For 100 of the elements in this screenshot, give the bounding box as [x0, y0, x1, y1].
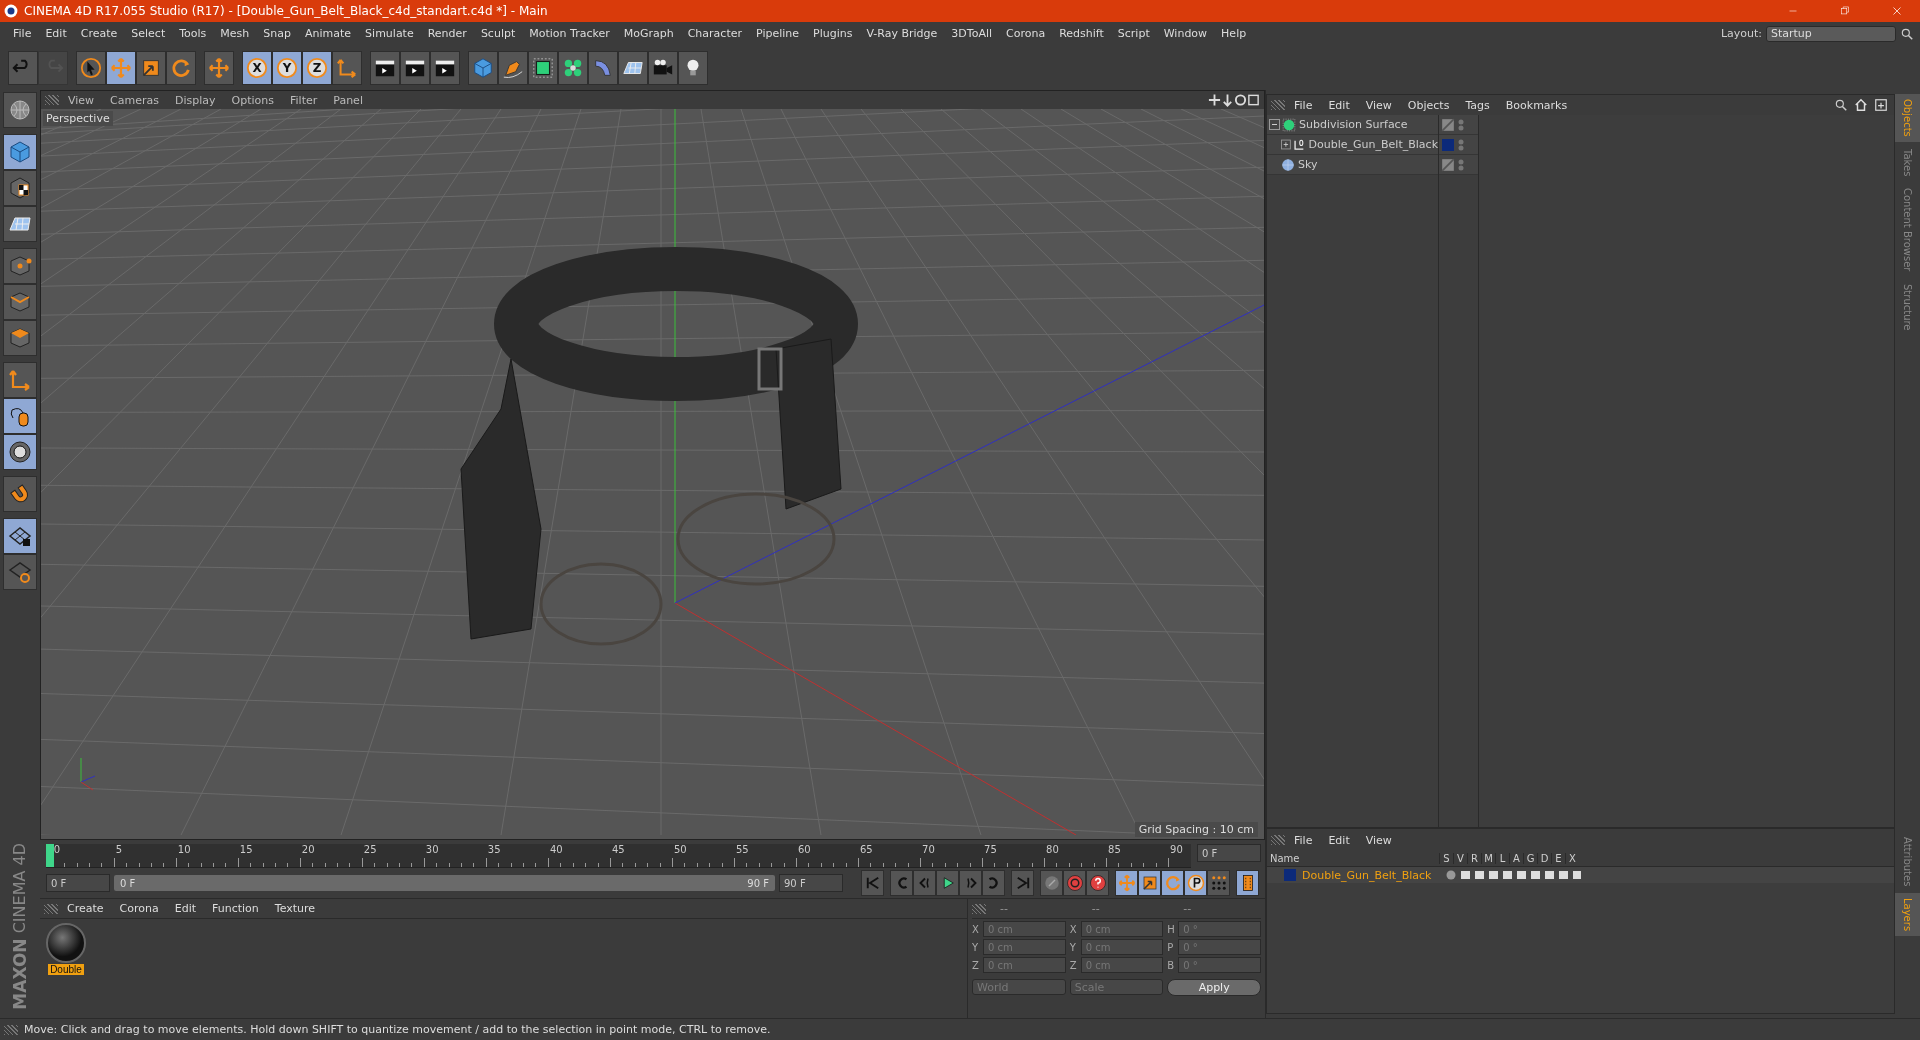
playback-button[interactable] [1184, 870, 1207, 896]
toolbar-button[interactable] [76, 50, 106, 85]
toolbar-button[interactable] [558, 50, 588, 85]
panel-grip-icon[interactable] [1271, 100, 1285, 110]
menu-item[interactable]: View [1358, 833, 1399, 847]
tool-button[interactable] [3, 134, 37, 170]
tool-button[interactable] [3, 362, 37, 398]
toolbar-button[interactable] [106, 50, 136, 85]
menu-item[interactable]: Edit [1321, 98, 1357, 112]
menu-item[interactable]: Tags [1458, 98, 1497, 112]
menu-item[interactable]: Select [124, 27, 173, 40]
restore-icon[interactable] [1838, 4, 1852, 18]
menu-item[interactable]: Edit [38, 27, 74, 40]
collapse-icon[interactable] [1269, 119, 1280, 130]
toolbar-button[interactable]: Z [302, 50, 332, 85]
start-frame-field[interactable]: 0 F [46, 874, 110, 892]
home-icon[interactable] [1854, 98, 1868, 112]
panel-grip-icon[interactable] [4, 1024, 18, 1035]
visibility-dots-icon[interactable] [1457, 157, 1465, 172]
tool-button[interactable] [3, 476, 37, 512]
menu-item[interactable]: View [61, 93, 102, 107]
frame-range-slider[interactable]: 0 F 90 F [114, 875, 775, 891]
menu-item[interactable]: Corona [999, 27, 1053, 40]
tool-button[interactable] [3, 434, 37, 470]
search-icon[interactable] [1900, 26, 1914, 41]
visibility-dots-icon[interactable] [1457, 117, 1465, 132]
menu-item[interactable]: Render [420, 27, 474, 40]
menu-item[interactable]: Cameras [103, 93, 166, 107]
tool-button[interactable] [3, 398, 37, 434]
playback-button[interactable] [936, 870, 959, 896]
visibility-dots-icon[interactable] [1457, 137, 1465, 152]
toolbar-button[interactable] [678, 50, 708, 85]
toolbar-button[interactable] [430, 50, 460, 85]
toolbar-button[interactable] [400, 50, 430, 85]
toolbar-button[interactable]: X [242, 50, 272, 85]
panel-grip-icon[interactable] [45, 95, 59, 105]
menu-item[interactable]: Tools [172, 27, 214, 40]
search-icon[interactable] [1834, 98, 1848, 112]
menu-item[interactable]: Mesh [213, 27, 257, 40]
toolbar-button[interactable] [618, 50, 648, 85]
tool-button[interactable] [3, 284, 37, 320]
menu-item[interactable]: Create [73, 27, 125, 40]
menu-item[interactable]: Script [1110, 27, 1157, 40]
playback-button[interactable] [1161, 870, 1184, 896]
expand-icon[interactable] [1281, 139, 1292, 150]
tool-button[interactable] [3, 518, 37, 554]
timeline-ruler[interactable]: 0 5 10 15 20 25 30 35 40 45 50 55 60 65 70 75 80 85 90 [46, 844, 1191, 868]
menu-item[interactable]: Motion Tracker [522, 27, 617, 40]
playback-button[interactable] [1138, 870, 1161, 896]
menu-item[interactable]: 3DToAll [944, 27, 999, 40]
menu-item[interactable]: Filter [283, 93, 325, 107]
menu-item[interactable]: Sculpt [473, 27, 523, 40]
menu-item[interactable]: Options [224, 93, 281, 107]
menu-item[interactable]: Corona [112, 902, 166, 915]
menu-item[interactable]: Edit [1321, 833, 1357, 847]
tool-button[interactable] [3, 554, 37, 590]
layout-dropdown[interactable]: Startup [1766, 25, 1896, 42]
panel-grip-icon[interactable] [1271, 835, 1285, 845]
end-frame-field[interactable]: 90 F [779, 874, 843, 892]
menu-item[interactable]: Panel [326, 93, 370, 107]
menu-item[interactable]: Create [60, 902, 111, 915]
menu-item[interactable]: V-Ray Bridge [859, 27, 945, 40]
playback-button[interactable] [1086, 870, 1109, 896]
tool-button[interactable] [3, 92, 37, 128]
playhead-marker[interactable] [46, 844, 54, 867]
menu-item[interactable]: Animate [298, 27, 359, 40]
toolbar-button[interactable]: Y [272, 50, 302, 85]
menu-item[interactable]: Texture [267, 902, 323, 915]
panel-tab[interactable]: Layers [1895, 893, 1920, 937]
current-frame-field[interactable]: 0 F [1197, 844, 1261, 862]
object-name[interactable]: Sky [1295, 158, 1318, 171]
panel-tab[interactable]: Objects [1895, 94, 1920, 142]
menu-item[interactable]: Display [168, 93, 223, 107]
menu-item[interactable]: Objects [1400, 98, 1457, 112]
toolbar-button[interactable] [528, 50, 558, 85]
playback-button[interactable] [1236, 870, 1259, 896]
tool-button[interactable] [3, 206, 37, 242]
toolbar-button[interactable] [648, 50, 678, 85]
layer-flag-icons[interactable] [1445, 869, 1581, 881]
menu-item[interactable]: File [1287, 98, 1320, 112]
menu-item[interactable]: Character [680, 27, 749, 40]
menu-item[interactable]: View [1358, 98, 1399, 112]
menu-item[interactable]: Snap [256, 27, 298, 40]
menu-item[interactable]: Simulate [358, 27, 421, 40]
playback-button[interactable] [1115, 870, 1138, 896]
menu-item[interactable]: Window [1156, 27, 1215, 40]
tool-button[interactable] [3, 320, 37, 356]
tool-button[interactable] [3, 248, 37, 284]
panel-grip-icon[interactable] [44, 903, 58, 914]
menu-item[interactable]: MoGraph [616, 27, 681, 40]
menu-item[interactable]: Redshift [1052, 27, 1111, 40]
panel-grip-icon[interactable] [972, 903, 986, 914]
menu-item[interactable]: Bookmarks [1498, 98, 1575, 112]
menu-item[interactable]: Edit [167, 902, 203, 915]
new-panel-icon[interactable] [1874, 98, 1888, 112]
menu-item[interactable]: Plugins [806, 27, 860, 40]
menu-item[interactable]: Pipeline [749, 27, 807, 40]
menu-item[interactable]: Function [205, 902, 266, 915]
menu-item[interactable]: Help [1214, 27, 1254, 40]
menu-item[interactable]: File [6, 27, 39, 40]
